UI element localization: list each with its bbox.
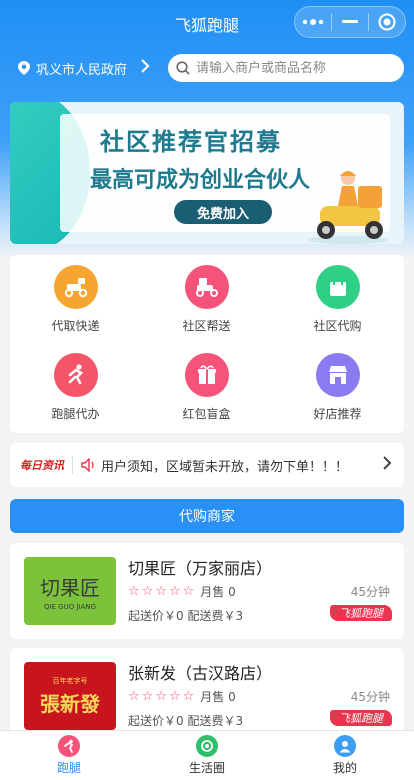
more-button[interactable]	[295, 7, 331, 37]
chevron-right-icon[interactable]	[382, 455, 392, 474]
search-icon	[176, 61, 190, 75]
banner-subtitle: 最高可成为创业合伙人	[90, 168, 311, 193]
section-title-bar: 代购商家	[10, 499, 404, 533]
bottom-tab-bar: 跑腿 生活圈 我的	[0, 730, 414, 780]
shop-fees: 起送价￥0 配送费￥3	[128, 714, 244, 728]
join-button[interactable]: 免费加入	[174, 200, 272, 224]
service-errand-agent[interactable]: 跑腿代办	[10, 343, 141, 429]
notice-text: 用户须知，区域暂未开放，请勿下单！！！	[101, 459, 349, 475]
location-name: 巩义市人民政府	[36, 62, 128, 78]
shop-name: 切果匠（万家丽店）	[128, 559, 273, 578]
notice-tag: 每日资讯	[20, 459, 64, 472]
brand-tag: 飞狐跑腿	[330, 605, 392, 621]
tab-errand[interactable]: 跑腿	[0, 731, 138, 780]
shop-fees: 起送价￥0 配送费￥3	[128, 609, 244, 623]
star-icon: ☆	[141, 584, 154, 599]
shopping-bag-icon	[315, 265, 360, 309]
close-button[interactable]	[369, 7, 405, 37]
shop-logo-subtext: 百年老字号	[52, 676, 88, 685]
chevron-right-icon[interactable]	[140, 58, 150, 77]
service-community-delivery[interactable]: 社区帮送	[141, 255, 272, 341]
runner-icon	[53, 353, 98, 397]
shop-logo-text: 張新發	[40, 691, 100, 716]
star-icon: ☆	[155, 584, 167, 599]
star-icon: ☆	[128, 689, 140, 704]
star-icon: ☆	[128, 584, 140, 599]
service-express-pickup[interactable]: 代取快递	[10, 255, 141, 341]
tab-label: 跑腿	[56, 761, 81, 775]
star-icon: ☆	[168, 689, 181, 704]
life-circle-icon	[196, 735, 218, 757]
tab-label: 我的	[332, 761, 357, 775]
search-input[interactable]	[196, 60, 396, 76]
speaker-icon	[81, 458, 94, 472]
rating-stars: ☆ ☆ ☆ ☆ ☆ 月售 0	[128, 688, 236, 705]
gift-box-icon	[184, 353, 229, 397]
shop-name: 张新发（古汉路店）	[128, 664, 273, 683]
minus-icon	[342, 20, 358, 23]
delivery-rider-icon	[308, 171, 388, 244]
storefront-icon	[315, 353, 360, 397]
service-label: 社区代购	[313, 319, 362, 333]
notice-divider	[72, 456, 73, 474]
service-shop-recommend[interactable]: 好店推荐	[272, 343, 403, 429]
promo-banner[interactable]: 社区推荐官招募 最高可成为创业合伙人 免费加入	[10, 102, 404, 244]
search-bar[interactable]	[168, 54, 404, 82]
rating-stars: ☆ ☆ ☆ ☆ ☆ 月售 0	[128, 583, 236, 600]
service-community-purchase[interactable]: 社区代购	[272, 255, 403, 341]
shop-logo: 百年老字号 張新發	[24, 662, 116, 730]
delivery-icon	[184, 265, 229, 309]
minimize-button[interactable]	[332, 7, 368, 37]
tab-mine[interactable]: 我的	[276, 731, 414, 780]
star-icon: ☆	[141, 689, 154, 704]
title-bar: 飞狐跑腿	[0, 0, 414, 44]
star-icon: ☆	[168, 584, 181, 599]
service-label: 社区帮送	[182, 319, 231, 333]
miniprogram-capsule	[294, 6, 406, 38]
monthly-sales: 月售 0	[200, 690, 236, 704]
star-icon: ☆	[155, 689, 167, 704]
shop-logo-subtext: QIE GUO JIANG	[43, 602, 97, 611]
shop-logo-text: 切果匠	[40, 575, 100, 600]
shop-logo: 切果匠 QIE GUO JIANG	[24, 557, 116, 625]
scooter-icon	[53, 265, 98, 309]
star-icon: ☆	[182, 689, 195, 704]
tab-label: 生活圈	[188, 761, 225, 775]
monthly-sales: 月售 0	[200, 585, 236, 599]
delivery-time: 45分钟	[350, 690, 390, 704]
star-icon: ☆	[182, 584, 195, 599]
target-circle-icon	[378, 13, 396, 31]
brand-tag: 飞狐跑腿	[330, 710, 392, 726]
banner-title: 社区推荐官招募	[100, 128, 282, 156]
shop-card[interactable]: 切果匠 QIE GUO JIANG 切果匠（万家丽店） ☆ ☆ ☆ ☆ ☆ 月售 0 起…	[10, 543, 404, 639]
service-label: 好店推荐	[313, 407, 362, 421]
notice-bar[interactable]: 每日资讯 用户须知，区域暂未开放，请勿下单！！！	[10, 443, 404, 487]
service-label: 跑腿代办	[51, 407, 100, 421]
run-icon	[58, 735, 80, 757]
service-red-packet-box[interactable]: 红包盲盒	[141, 343, 272, 429]
location-pin-icon	[18, 61, 30, 75]
delivery-time: 45分钟	[350, 585, 390, 599]
tab-life-circle[interactable]: 生活圈	[138, 731, 276, 780]
service-label: 红包盲盒	[182, 407, 231, 421]
user-icon	[334, 735, 356, 757]
more-dots-icon	[302, 19, 324, 25]
services-grid: 代取快递 社区帮送 社区代购 跑腿代办 红包盲盒 好店推荐	[10, 255, 404, 433]
location-selector[interactable]: 巩义市人民政府	[18, 58, 127, 78]
service-label: 代取快递	[51, 319, 100, 333]
